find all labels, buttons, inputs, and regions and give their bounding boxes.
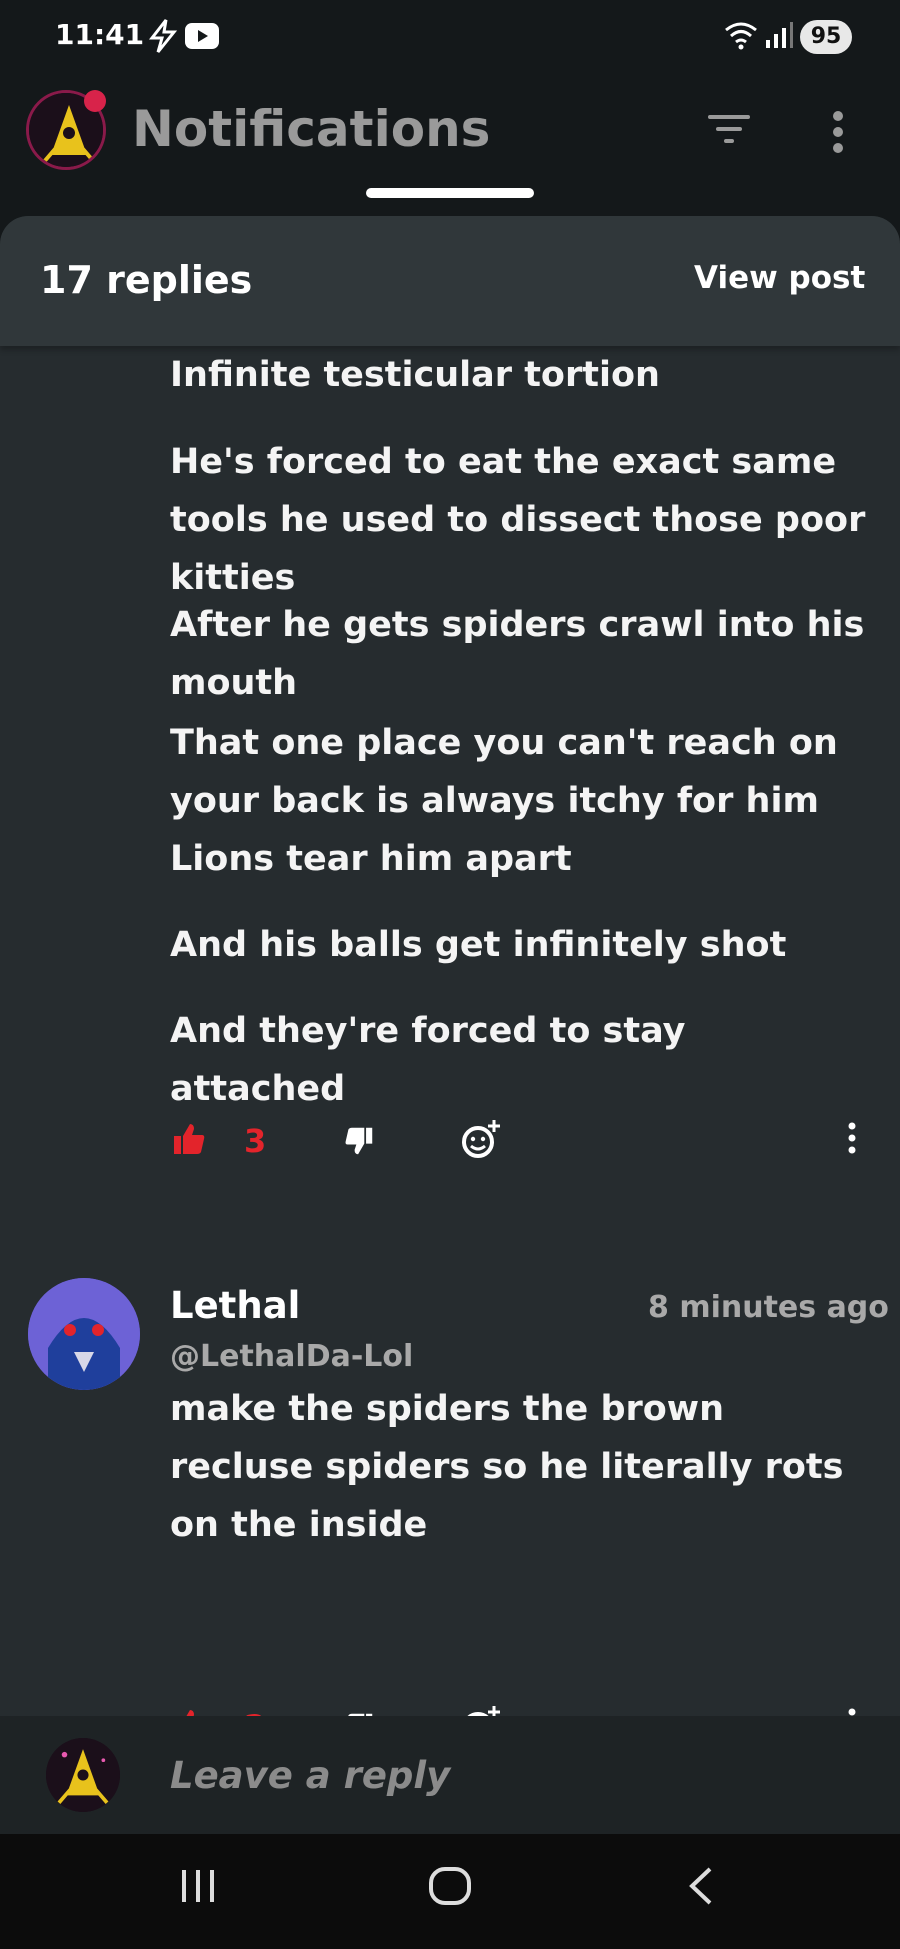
page-title: Notifications bbox=[132, 100, 491, 158]
like-count: 2 bbox=[244, 1708, 266, 1716]
filter-icon[interactable] bbox=[706, 112, 752, 150]
comment-more-icon[interactable] bbox=[846, 1708, 858, 1716]
comment-paragraph: And they're forced to stay attached bbox=[170, 1011, 686, 1109]
battery-level: 95 bbox=[800, 20, 852, 54]
status-bar: 11:41 95 bbox=[0, 0, 900, 72]
sheet-drag-handle[interactable] bbox=[366, 188, 534, 198]
comment-paragraph: After he gets spiders crawl into his mou… bbox=[170, 605, 865, 703]
comment-text: make the spiders the brown recluse spide… bbox=[170, 1389, 844, 1545]
comment-paragraph: Lions tear him apart bbox=[170, 839, 572, 879]
add-reaction-icon[interactable] bbox=[460, 1118, 502, 1164]
comment-paragraph: He's forced to eat the exact same tools … bbox=[170, 442, 866, 598]
view-post-button[interactable]: View post bbox=[694, 260, 865, 296]
like-count: 3 bbox=[244, 1122, 267, 1160]
user-avatar[interactable] bbox=[28, 1278, 140, 1390]
sheet-header: 17 replies View post bbox=[0, 216, 900, 346]
dislike-icon[interactable] bbox=[344, 1126, 374, 1160]
notification-dot bbox=[84, 90, 106, 112]
status-time: 11:41 bbox=[55, 18, 145, 51]
youtube-icon bbox=[184, 22, 220, 54]
app-bar: Notifications bbox=[0, 72, 900, 202]
like-icon[interactable] bbox=[172, 1122, 206, 1160]
comment-more-icon[interactable] bbox=[846, 1122, 858, 1158]
recent-apps-icon[interactable] bbox=[178, 1866, 218, 1910]
back-icon[interactable] bbox=[686, 1866, 716, 1910]
comment-paragraph: That one place you can't reach on your b… bbox=[170, 723, 838, 821]
reply-input[interactable] bbox=[170, 1750, 850, 1800]
replies-sheet: 17 replies View post Infinite testicular… bbox=[0, 216, 900, 1716]
comment-actions: 3 bbox=[0, 1118, 900, 1178]
comment-actions: 2 bbox=[0, 1704, 900, 1716]
my-avatar bbox=[46, 1738, 120, 1812]
wifi-icon bbox=[724, 20, 758, 54]
comment-handle[interactable]: @LethalDa-Lol bbox=[170, 1339, 413, 1374]
replies-list[interactable]: Infinite testicular tortion He's forced … bbox=[0, 346, 900, 1716]
comment-paragraph: Infinite testicular tortion bbox=[170, 355, 660, 395]
comment-paragraph: And his balls get infinitely shot bbox=[170, 925, 787, 965]
more-vert-icon[interactable] bbox=[830, 110, 846, 158]
signal-icon bbox=[764, 22, 794, 54]
reply-bar bbox=[0, 1716, 900, 1834]
system-nav-bar bbox=[0, 1834, 900, 1949]
bolt-icon bbox=[148, 18, 178, 58]
comment-username[interactable]: Lethal bbox=[170, 1284, 300, 1327]
add-reaction-icon[interactable] bbox=[460, 1704, 502, 1716]
replies-count: 17 replies bbox=[40, 258, 253, 302]
comment-timestamp: 8 minutes ago bbox=[648, 1290, 889, 1325]
like-icon[interactable] bbox=[172, 1708, 206, 1716]
home-icon[interactable] bbox=[428, 1866, 472, 1910]
